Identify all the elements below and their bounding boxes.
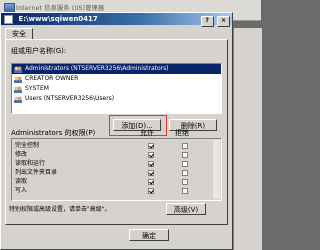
user-name: Administrators (NTSERVER3256\Administrat… xyxy=(25,65,169,72)
permission-name: 写入 xyxy=(15,187,28,194)
deny-checkbox[interactable] xyxy=(182,170,188,176)
permission-row: 修改 xyxy=(12,151,221,159)
allow-checkbox[interactable] xyxy=(148,179,154,185)
deny-checkbox[interactable] xyxy=(182,179,188,185)
allow-checkbox[interactable] xyxy=(148,170,154,176)
background-window-title: Internet 信息服务 (IIS)管理器 xyxy=(16,5,105,12)
user-name: CREATOR OWNER xyxy=(25,75,79,82)
dialog-titlebar[interactable]: E:\www\sqiwen0417 ? × xyxy=(1,13,232,27)
deny-checkbox[interactable] xyxy=(182,143,188,149)
special-permissions-note: 特别权限或高级设置，请单击"高级"。 xyxy=(9,206,111,213)
allow-checkbox[interactable] xyxy=(148,152,154,158)
deny-checkbox[interactable] xyxy=(182,161,188,167)
user-list-item[interactable]: Administrators (NTSERVER3256\Administrat… xyxy=(12,64,221,74)
user-name: Users (NTSERVER3256\Users) xyxy=(25,95,115,102)
permission-row: 读取和运行 xyxy=(12,160,221,168)
allow-column-header: 允许 xyxy=(140,129,154,137)
properties-dialog: E:\www\sqiwen0417 ? × 安全 组或用户名称(G): Admi… xyxy=(0,12,233,250)
permission-name: 完全控制 xyxy=(15,142,40,149)
user-group-icon xyxy=(14,65,22,73)
permission-row: 读取 xyxy=(12,178,221,186)
close-button[interactable]: × xyxy=(217,16,230,27)
deny-checkbox[interactable] xyxy=(182,152,188,158)
ok-button[interactable]: 确定 xyxy=(129,229,169,241)
permission-row: 完全控制 xyxy=(12,142,221,150)
deny-column-header: 拒绝 xyxy=(175,129,189,137)
user-name: SYSTEM xyxy=(25,85,49,92)
help-button[interactable]: ? xyxy=(200,16,214,27)
group-users-label: 组或用户名称(G): xyxy=(11,47,67,55)
user-list-item[interactable]: SYSTEM xyxy=(12,84,221,94)
users-listbox[interactable]: Administrators (NTSERVER3256\Administrat… xyxy=(11,63,222,114)
dialog-title: E:\www\sqiwen0417 xyxy=(18,15,98,23)
background-window-edge xyxy=(233,28,262,250)
permission-row: 列出文件夹目录 xyxy=(12,169,221,177)
permission-name: 列出文件夹目录 xyxy=(15,169,58,176)
allow-checkbox[interactable] xyxy=(148,143,154,149)
permission-name: 读取和运行 xyxy=(15,160,46,167)
user-group-icon xyxy=(14,95,22,103)
user-group-icon xyxy=(14,85,22,93)
advanced-button[interactable]: 高级(V) xyxy=(166,203,206,215)
titlebar-buttons: ? × xyxy=(200,14,230,27)
permissions-scrollbar[interactable] xyxy=(213,140,220,199)
permissions-label: Administrators 的权限(P) xyxy=(11,129,96,137)
folder-icon xyxy=(4,15,13,24)
permission-name: 读取 xyxy=(15,178,28,185)
user-list-item[interactable]: Users (NTSERVER3256\Users) xyxy=(12,94,221,104)
allow-checkbox[interactable] xyxy=(148,188,154,194)
allow-checkbox[interactable] xyxy=(148,161,154,167)
user-list-item[interactable]: CREATOR OWNER xyxy=(12,74,221,84)
tab-strip: 安全 xyxy=(5,28,33,40)
deny-checkbox[interactable] xyxy=(182,188,188,194)
permission-row: 写入 xyxy=(12,187,221,195)
user-group-icon xyxy=(14,75,22,83)
permissions-table: 允许 拒绝 完全控制修改读取和运行列出文件夹目录 读取写入 xyxy=(11,129,222,201)
permission-name: 修改 xyxy=(15,151,28,158)
